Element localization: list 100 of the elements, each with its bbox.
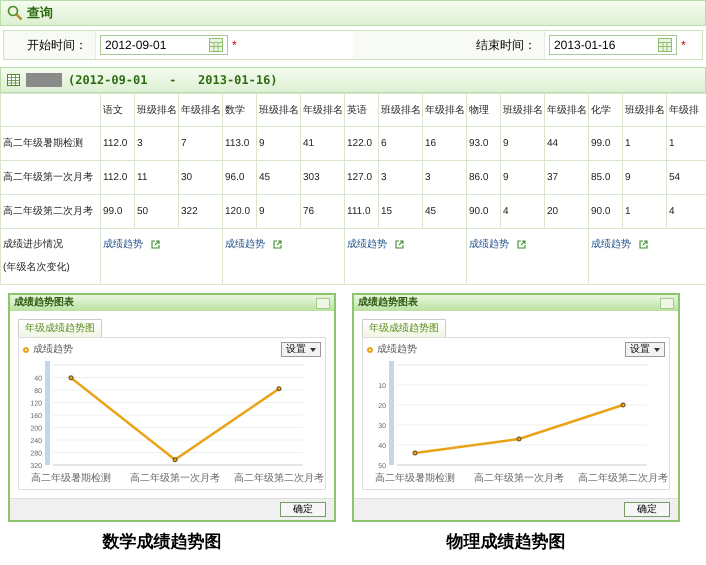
table-cell: 112.0 (100, 126, 134, 160)
table-cell: 111.0 (344, 194, 378, 228)
redacted-block (26, 73, 62, 87)
column-header: 化学 (588, 94, 622, 126)
date-field[interactable]: 2013-01-16 (549, 35, 677, 55)
table-cell: 20 (544, 194, 588, 228)
external-link-icon[interactable] (273, 240, 282, 249)
table-cell: 3 (422, 160, 466, 194)
table-cell: 85.0 (588, 160, 622, 194)
trend-link[interactable]: 成绩趋势 (347, 237, 387, 252)
column-header: 语文 (100, 94, 134, 126)
column-header: 数学 (222, 94, 256, 126)
table-cell: 3 (134, 126, 178, 160)
external-link-icon[interactable] (395, 240, 404, 249)
table-cell: 99.0 (588, 126, 622, 160)
table-cell: 9 (256, 194, 300, 228)
field-label: 结束时间： (353, 31, 545, 59)
table-cell: 120.0 (222, 194, 256, 228)
column-header: 年级排名 (544, 94, 588, 126)
required-mark: * (232, 37, 237, 54)
x-axis-label: 高二年级暑期检测 (31, 473, 111, 484)
table-cell: 9 (500, 160, 544, 194)
table-cell: 322 (178, 194, 222, 228)
date-field[interactable]: 2012-09-01 (100, 35, 228, 55)
window-title: 成绩趋势图表 (358, 298, 418, 308)
table-cell: 7 (178, 126, 222, 160)
legend-label: 成绩趋势 (377, 342, 417, 357)
legend-label: 成绩趋势 (33, 342, 73, 357)
chart-tab[interactable]: 年级成绩趋势图 (362, 319, 446, 337)
row-header: 高二年级第二次月考 (0, 194, 100, 228)
column-header: 班级排名 (134, 94, 178, 126)
table-cell: 1 (622, 194, 666, 228)
table-cell: 112.0 (100, 160, 134, 194)
table-cell: 11 (134, 160, 178, 194)
table-cell: 96.0 (222, 160, 256, 194)
column-header: 物理 (466, 94, 500, 126)
x-axis-label: 高二年级暑期检测 (375, 473, 455, 484)
external-link-icon[interactable] (151, 240, 160, 249)
x-axis-label: 高二年级第一次月考 (130, 473, 220, 484)
table-cell: 4 (500, 194, 544, 228)
row-header: 高二年级第一次月考 (0, 160, 100, 194)
table-cell: 122.0 (344, 126, 378, 160)
table-cell: 76 (300, 194, 344, 228)
settings-button[interactable]: 设置 (625, 342, 665, 357)
progress-label: 成绩进步情况 (3, 238, 64, 252)
column-header: 年级排名 (300, 94, 344, 126)
table-cell: 3 (378, 160, 422, 194)
trend-link[interactable]: 成绩趋势 (225, 237, 265, 252)
progress-note: (年级名次变化) (3, 260, 71, 275)
table-cell: 86.0 (466, 160, 500, 194)
table-cell: 37 (544, 160, 588, 194)
column-header: 班级排名 (256, 94, 300, 126)
chart-caption: 数学成绩趋势图 (102, 531, 222, 554)
table-cell: 99.0 (100, 194, 134, 228)
date-range-title: (2012-09-01 - 2013-01-16) (68, 72, 278, 89)
column-header: 年级排名 (178, 94, 222, 126)
window-title: 成绩趋势图表 (14, 298, 74, 308)
table-cell: 113.0 (222, 126, 256, 160)
table-cell: 9 (500, 126, 544, 160)
panel-title: 查询 (27, 4, 53, 22)
column-header: 班级排名 (378, 94, 422, 126)
row-header: 高二年级暑期检测 (0, 126, 100, 160)
trend-link[interactable]: 成绩趋势 (103, 237, 143, 252)
settings-button[interactable]: 设置 (281, 342, 321, 357)
chart-caption: 物理成绩趋势图 (446, 531, 566, 554)
table-cell: 1 (622, 126, 666, 160)
table-cell: 93.0 (466, 126, 500, 160)
table-cell: 41 (300, 126, 344, 160)
table-cell: 9 (256, 126, 300, 160)
caret-icon (310, 348, 316, 352)
column-header: 班级排名 (622, 94, 666, 126)
table-icon (7, 74, 20, 86)
table-cell: 50 (134, 194, 178, 228)
table-cell: 45 (422, 194, 466, 228)
ok-button[interactable]: 确定 (624, 502, 670, 517)
table-cell: 303 (300, 160, 344, 194)
chart-tab[interactable]: 年级成绩趋势图 (18, 319, 102, 337)
table-cell: 30 (178, 160, 222, 194)
column-header: 年级排名 (422, 94, 466, 126)
table-cell: 16 (422, 126, 466, 160)
external-link-icon[interactable] (517, 240, 526, 249)
table-cell: 90.0 (588, 194, 622, 228)
ok-button[interactable]: 确定 (280, 502, 326, 517)
table-cell: 9 (622, 160, 666, 194)
trend-link[interactable]: 成绩趋势 (591, 237, 631, 252)
external-link-icon[interactable] (639, 240, 648, 249)
search-icon (7, 5, 23, 21)
table-cell: 6 (378, 126, 422, 160)
x-axis-label: 高二年级第二次月考 (234, 473, 324, 484)
x-axis-label: 高二年级第一次月考 (474, 473, 564, 484)
trend-link[interactable]: 成绩趋势 (469, 237, 509, 252)
table-cell: 90.0 (466, 194, 500, 228)
table-cell: 15 (378, 194, 422, 228)
column-header: 英语 (344, 94, 378, 126)
table-cell: 44 (544, 126, 588, 160)
field-label: 开始时间： (4, 31, 96, 59)
caret-icon (654, 348, 660, 352)
column-header: 年级排 (666, 94, 706, 126)
column-header: 班级排名 (500, 94, 544, 126)
table-cell: 127.0 (344, 160, 378, 194)
